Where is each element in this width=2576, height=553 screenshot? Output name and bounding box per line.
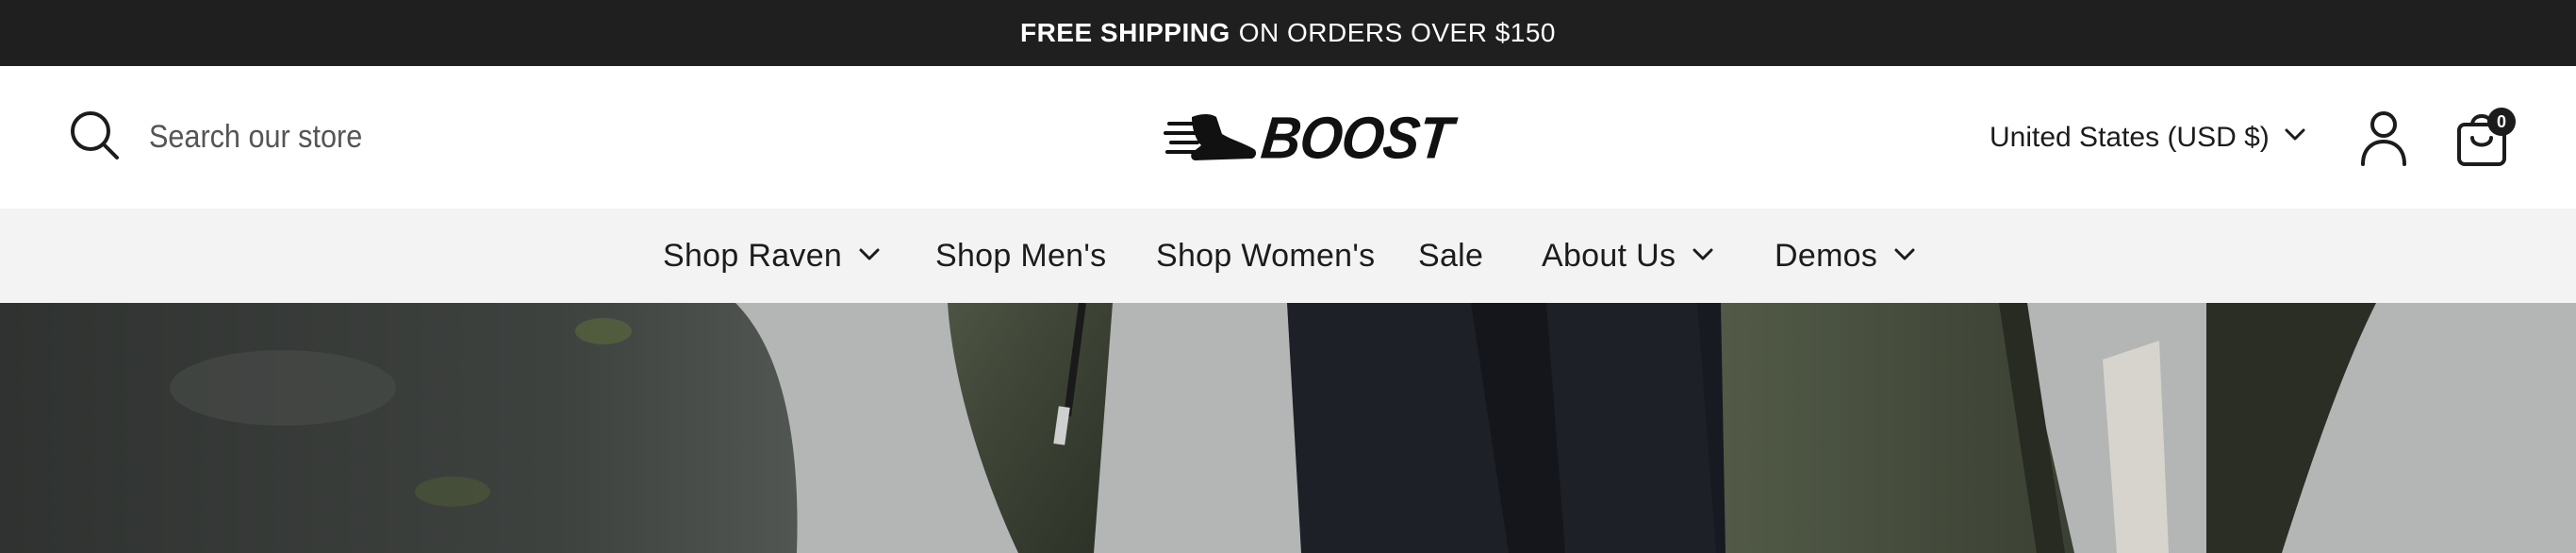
- shopping-bag-icon: [2453, 114, 2514, 172]
- nav-item-label: Shop Women's: [1156, 237, 1376, 274]
- currency-selector[interactable]: United States (USD $): [1990, 119, 2307, 157]
- site-logo[interactable]: BOOST: [1164, 105, 1455, 172]
- search-icon[interactable]: [68, 109, 121, 166]
- nav-item-sale[interactable]: Sale: [1418, 209, 1483, 303]
- announcement-highlight: FREE SHIPPING: [1019, 18, 1230, 47]
- logo-text: BOOST: [1258, 105, 1455, 172]
- running-shoe-logo: [1164, 108, 1258, 171]
- nav-item-label: About Us: [1542, 237, 1676, 274]
- announcement-text: ON ORDERS OVER $150: [1238, 18, 1557, 47]
- nav-item-about-us[interactable]: About Us: [1542, 209, 1715, 303]
- hero-photo: [0, 303, 2576, 553]
- announcement-bar: FREE SHIPPING ON ORDERS OVER $150: [0, 0, 2576, 66]
- account-icon[interactable]: [2359, 109, 2408, 166]
- cart-count-badge: 0: [2487, 108, 2516, 136]
- nav-item-demos[interactable]: Demos: [1775, 209, 1917, 303]
- chevron-down-icon: [1877, 238, 1917, 275]
- currency-label: United States (USD $): [1990, 122, 2270, 153]
- nav-item-label: Shop Raven: [663, 237, 843, 274]
- nav-item-label: Sale: [1418, 237, 1484, 274]
- nav-item-shop-womens[interactable]: Shop Women's: [1156, 209, 1375, 303]
- chevron-down-icon: [2270, 122, 2307, 154]
- search-input[interactable]: Search our store: [149, 119, 362, 156]
- site-header: Search our store BOOST United States (US…: [0, 66, 2576, 209]
- chevron-down-icon: [1676, 238, 1715, 275]
- search-box[interactable]: Search our store: [68, 108, 386, 166]
- nav-item-label: Demos: [1775, 237, 1878, 274]
- nav-item-shop-mens[interactable]: Shop Men's: [935, 209, 1106, 303]
- main-nav: Shop Raven Shop Men's Shop Women's Sale …: [0, 209, 2576, 303]
- cart-button[interactable]: 0: [2453, 108, 2516, 168]
- hero-image[interactable]: [0, 303, 2576, 553]
- nav-item-shop-raven[interactable]: Shop Raven: [663, 209, 882, 303]
- chevron-down-icon: [842, 238, 882, 275]
- nav-item-label: Shop Men's: [935, 237, 1107, 274]
